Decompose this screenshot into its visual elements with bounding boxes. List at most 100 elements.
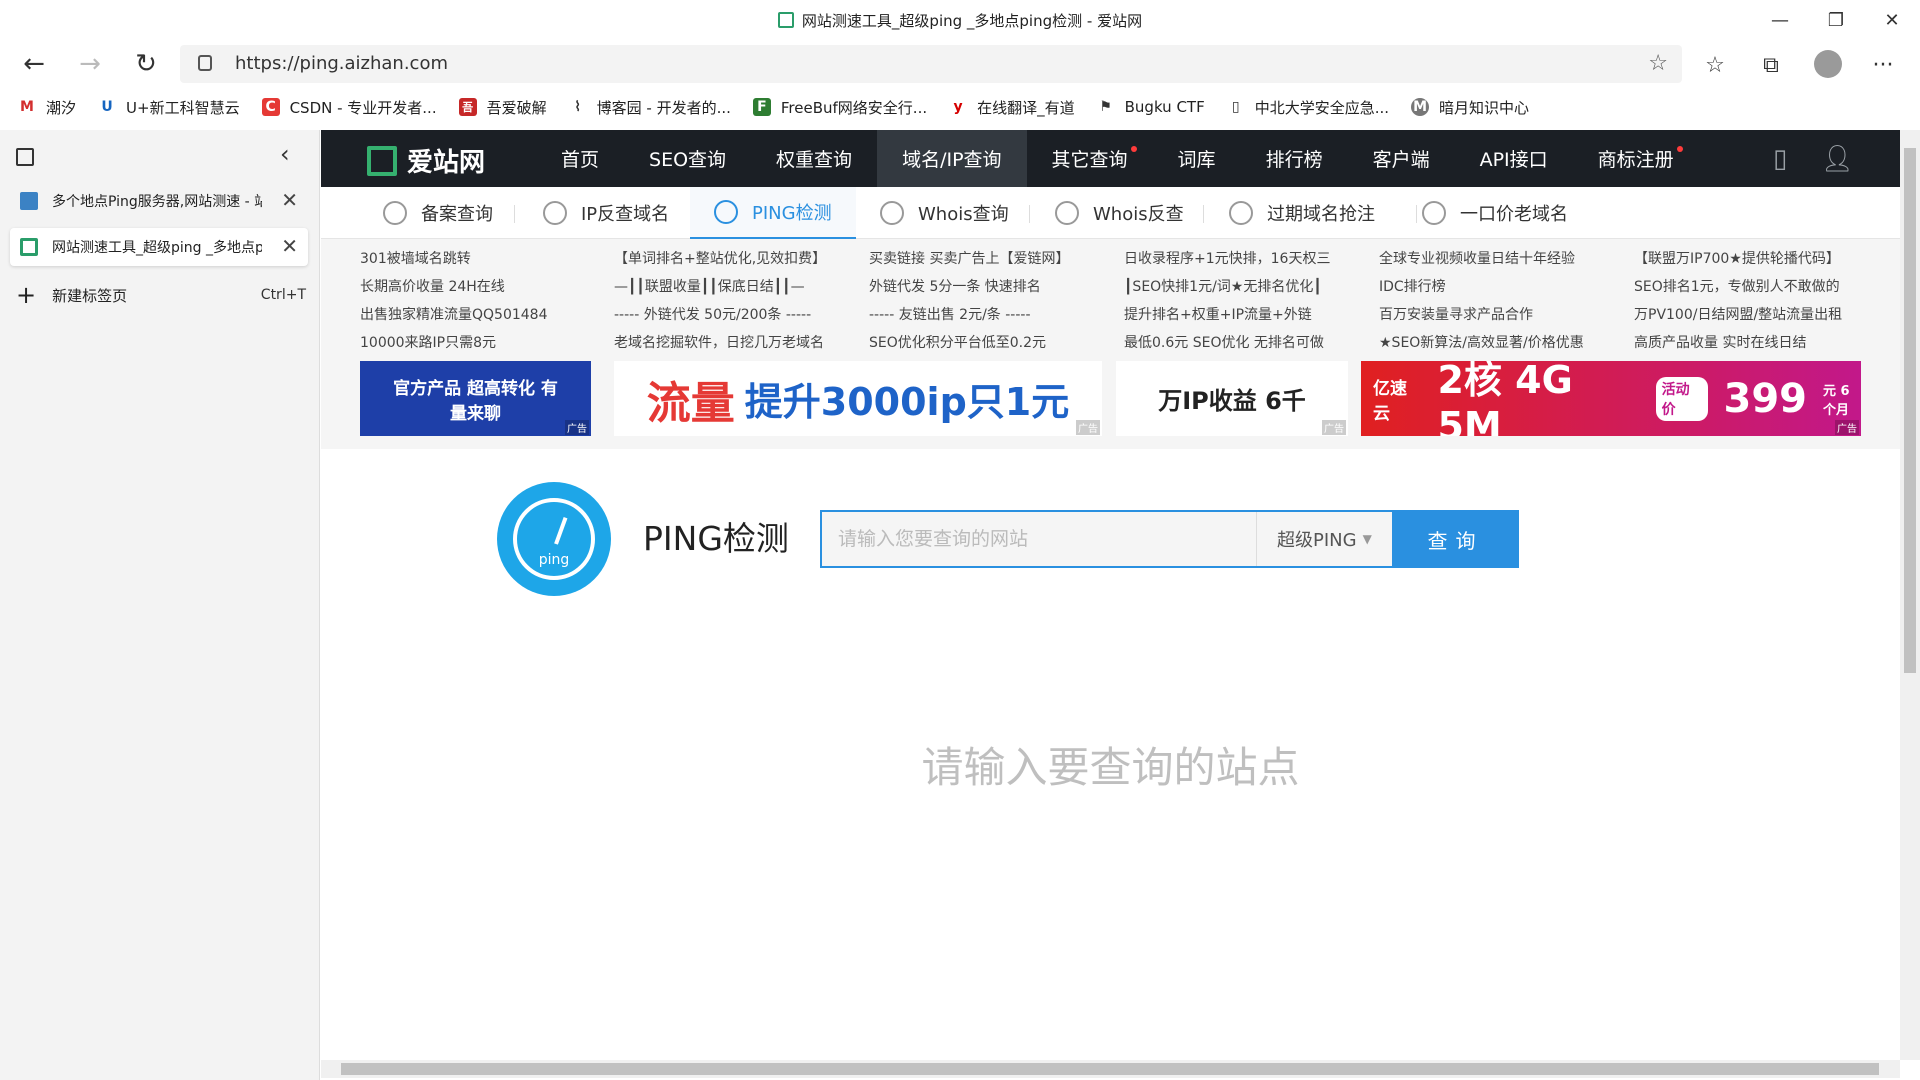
add-favorite-icon[interactable]: ☆ [1648,51,1668,76]
subnav-ip-reverse[interactable]: IP反查域名 [543,187,669,239]
bookmark-item[interactable]: M 潮汐 [18,97,76,118]
scrollbar-thumb[interactable] [341,1063,1879,1075]
ad-link[interactable]: 【联盟万IP700★提供轮播代码】 [1634,245,1842,273]
new-tab-button[interactable]: + 新建标签页 Ctrl+T [16,280,306,310]
url-text[interactable]: https://ping.aizhan.com [235,45,448,83]
bookmark-item[interactable]: 吾吾爱破解 [458,97,547,118]
ad-link[interactable]: ----- 外链代发 50元/200条 ----- [614,301,826,329]
ad-link[interactable]: 万PV100/日结网盟/整站流量出租 [1634,301,1842,329]
bookmark-item[interactable]: C CSDN - 专业开发者... [261,97,437,118]
ad-link[interactable]: ★SEO新算法/高效显著/价格优惠 [1379,329,1584,357]
ad-tag: 广告 [565,420,589,435]
user-icon[interactable]: 👤︎ [1821,144,1854,174]
ad-link[interactable]: IDC排行榜 [1379,273,1584,301]
close-window-button[interactable]: ✕ [1864,0,1920,40]
new-tab-label: 新建标签页 [52,286,128,305]
ad-link[interactable]: 长期高价收量 24H在线 [360,273,547,301]
ad-link[interactable]: 最低0.6元 SEO优化 无排名可做 [1124,329,1330,357]
search-button[interactable]: 查询 [1392,510,1519,568]
back-button[interactable]: ← [14,46,54,82]
search-placeholder: 请输入您要查询的网站 [838,528,1029,550]
close-tab-icon[interactable]: ✕ [281,234,298,258]
ad-link[interactable]: 高质产品收量 实时在线日结 [1634,329,1842,357]
subnav-beian[interactable]: 备案查询 [383,187,493,239]
ad-link[interactable]: 301被墙域名跳转 [360,245,547,273]
ad-link[interactable]: —┃┃联盟收量┃┃保底日结┃┃— [614,273,826,301]
whois-reverse-icon [1055,201,1079,225]
ad-link[interactable]: 日收录程序+1元快排，16天权三 [1124,245,1330,273]
scrollbar-thumb[interactable] [1904,148,1916,673]
menu-item-weight[interactable]: 权重查询 [751,130,877,187]
tab-item-active[interactable]: 网站测速工具_超级ping _多地点p ✕ [10,228,308,266]
bookmark-item[interactable]: ⚑ Bugku CTF [1097,98,1204,116]
menu-label: 权重查询 [776,149,853,171]
bookmark-item[interactable]: y 在线翻译_有道 [949,97,1075,118]
menu-item-client[interactable]: 客户端 [1348,130,1455,187]
ad-link[interactable]: SEO排名1元，专做别人不敢做的 [1634,273,1842,301]
ad-link[interactable]: ┃SEO快排1元/词★无排名优化┃ [1124,273,1330,301]
minimize-button[interactable]: — [1752,0,1808,40]
lock-icon[interactable] [198,55,212,71]
bookmark-item[interactable]: M 暗月知识中心 [1411,97,1529,118]
ad-link[interactable]: 买卖链接 买卖广告上【爱链网】 [869,245,1069,273]
ad-column: 全球专业视频收量日结十年经验 IDC排行榜 百万安装量寻求产品合作 ★SEO新算… [1379,245,1584,357]
bookmark-icon: y [953,99,963,115]
bookmark-icon: M [20,99,34,115]
tab-actions-icon[interactable] [16,148,34,166]
site-favicon-icon [777,12,794,28]
horizontal-scrollbar[interactable] [321,1060,1900,1078]
forward-button[interactable]: → [70,46,110,82]
subnav-whois-reverse[interactable]: Whois反查 [1055,187,1184,239]
ad-banner[interactable]: 亿速云 2核 4G 5M 活动价 399 元 6个月 广告 [1361,361,1861,436]
whois-icon [880,201,904,225]
menu-item-trademark[interactable]: 商标注册 [1573,130,1699,187]
bookmark-item[interactable]: F FreeBuf网络安全行... [752,97,927,118]
favorites-icon[interactable]: ☆ [1700,50,1730,80]
subnav-old-domains[interactable]: 一口价老域名 [1422,187,1568,239]
menu-item-ranking[interactable]: 排行榜 [1241,130,1348,187]
menu-item-api[interactable]: API接口 [1455,130,1573,187]
ad-tag: 广告 [1835,420,1859,435]
tab-favicon-icon [20,192,38,210]
menu-item-seo[interactable]: SEO查询 [624,130,751,187]
collections-icon[interactable]: ⧉ [1756,50,1786,80]
bookmark-item[interactable]: ▯ 中北大学安全应急... [1227,97,1389,118]
menu-label: 排行榜 [1265,149,1323,171]
ad-link[interactable]: 老域名挖掘软件，日挖几万老域名 [614,329,826,357]
ad-link[interactable]: 【单词排名+整站优化,见效扣费】 [614,245,826,273]
more-menu-icon[interactable]: ··· [1868,50,1898,80]
profile-avatar[interactable] [1814,50,1842,78]
vertical-scrollbar[interactable] [1900,130,1920,1060]
menu-item-domain-ip[interactable]: 域名/IP查询 [877,130,1027,187]
menu-item-home[interactable]: 首页 [536,130,624,187]
ping-mode-select[interactable]: 超级PING ▼ [1256,512,1394,566]
search-input[interactable]: 请输入您要查询的网站 超级PING ▼ [820,510,1392,568]
close-tab-icon[interactable]: ✕ [281,188,298,212]
tab-item[interactable]: 多个地点Ping服务器,网站测速 - 站 ✕ [10,182,308,220]
ad-banner[interactable]: 流量 提升3000ip只1元 广告 [614,361,1102,436]
bookmark-item[interactable]: ⌇ 博客园 - 开发者的... [569,97,731,118]
menu-item-keywords[interactable]: 词库 [1153,130,1241,187]
ad-banner[interactable]: 官方产品 超高转化 有量来聊 广告 [360,361,591,436]
ad-link[interactable]: 提升排名+权重+IP流量+外链 [1124,301,1330,329]
ad-link[interactable]: 外链代发 5分一条 快速排名 [869,273,1069,301]
site-logo[interactable]: 爱站网 [367,142,485,179]
ad-link[interactable]: 10000来路IP只需8元 [360,329,547,357]
collapse-sidebar-icon[interactable]: ‹ [280,140,290,168]
subnav-whois[interactable]: Whois查询 [880,187,1009,239]
ad-link[interactable]: SEO优化积分平台低至0.2元 [869,329,1069,357]
ad-link[interactable]: 全球专业视频收量日结十年经验 [1379,245,1584,273]
ad-banner[interactable]: 万IP收益 6千 广告 [1116,361,1348,436]
ad-link[interactable]: 出售独家精准流量QQ501484 [360,301,547,329]
tablet-icon[interactable]: ▯ [1773,144,1787,174]
subnav-expired-domains[interactable]: 过期域名抢注 [1229,187,1375,239]
address-bar[interactable]: https://ping.aizhan.com ☆ [180,45,1682,83]
bookmark-item[interactable]: U U+新工科智慧云 [98,97,239,118]
ad-link[interactable]: ----- 友链出售 2元/条 ----- [869,301,1069,329]
reload-button[interactable]: ↻ [126,46,166,82]
subnav-ping[interactable]: PING检测 [690,187,856,239]
restore-button[interactable]: ❐ [1808,0,1864,40]
menu-item-other[interactable]: 其它查询 [1027,130,1153,187]
ad-link[interactable]: 百万安装量寻求产品合作 [1379,301,1584,329]
bookmark-icon: F [752,98,771,116]
